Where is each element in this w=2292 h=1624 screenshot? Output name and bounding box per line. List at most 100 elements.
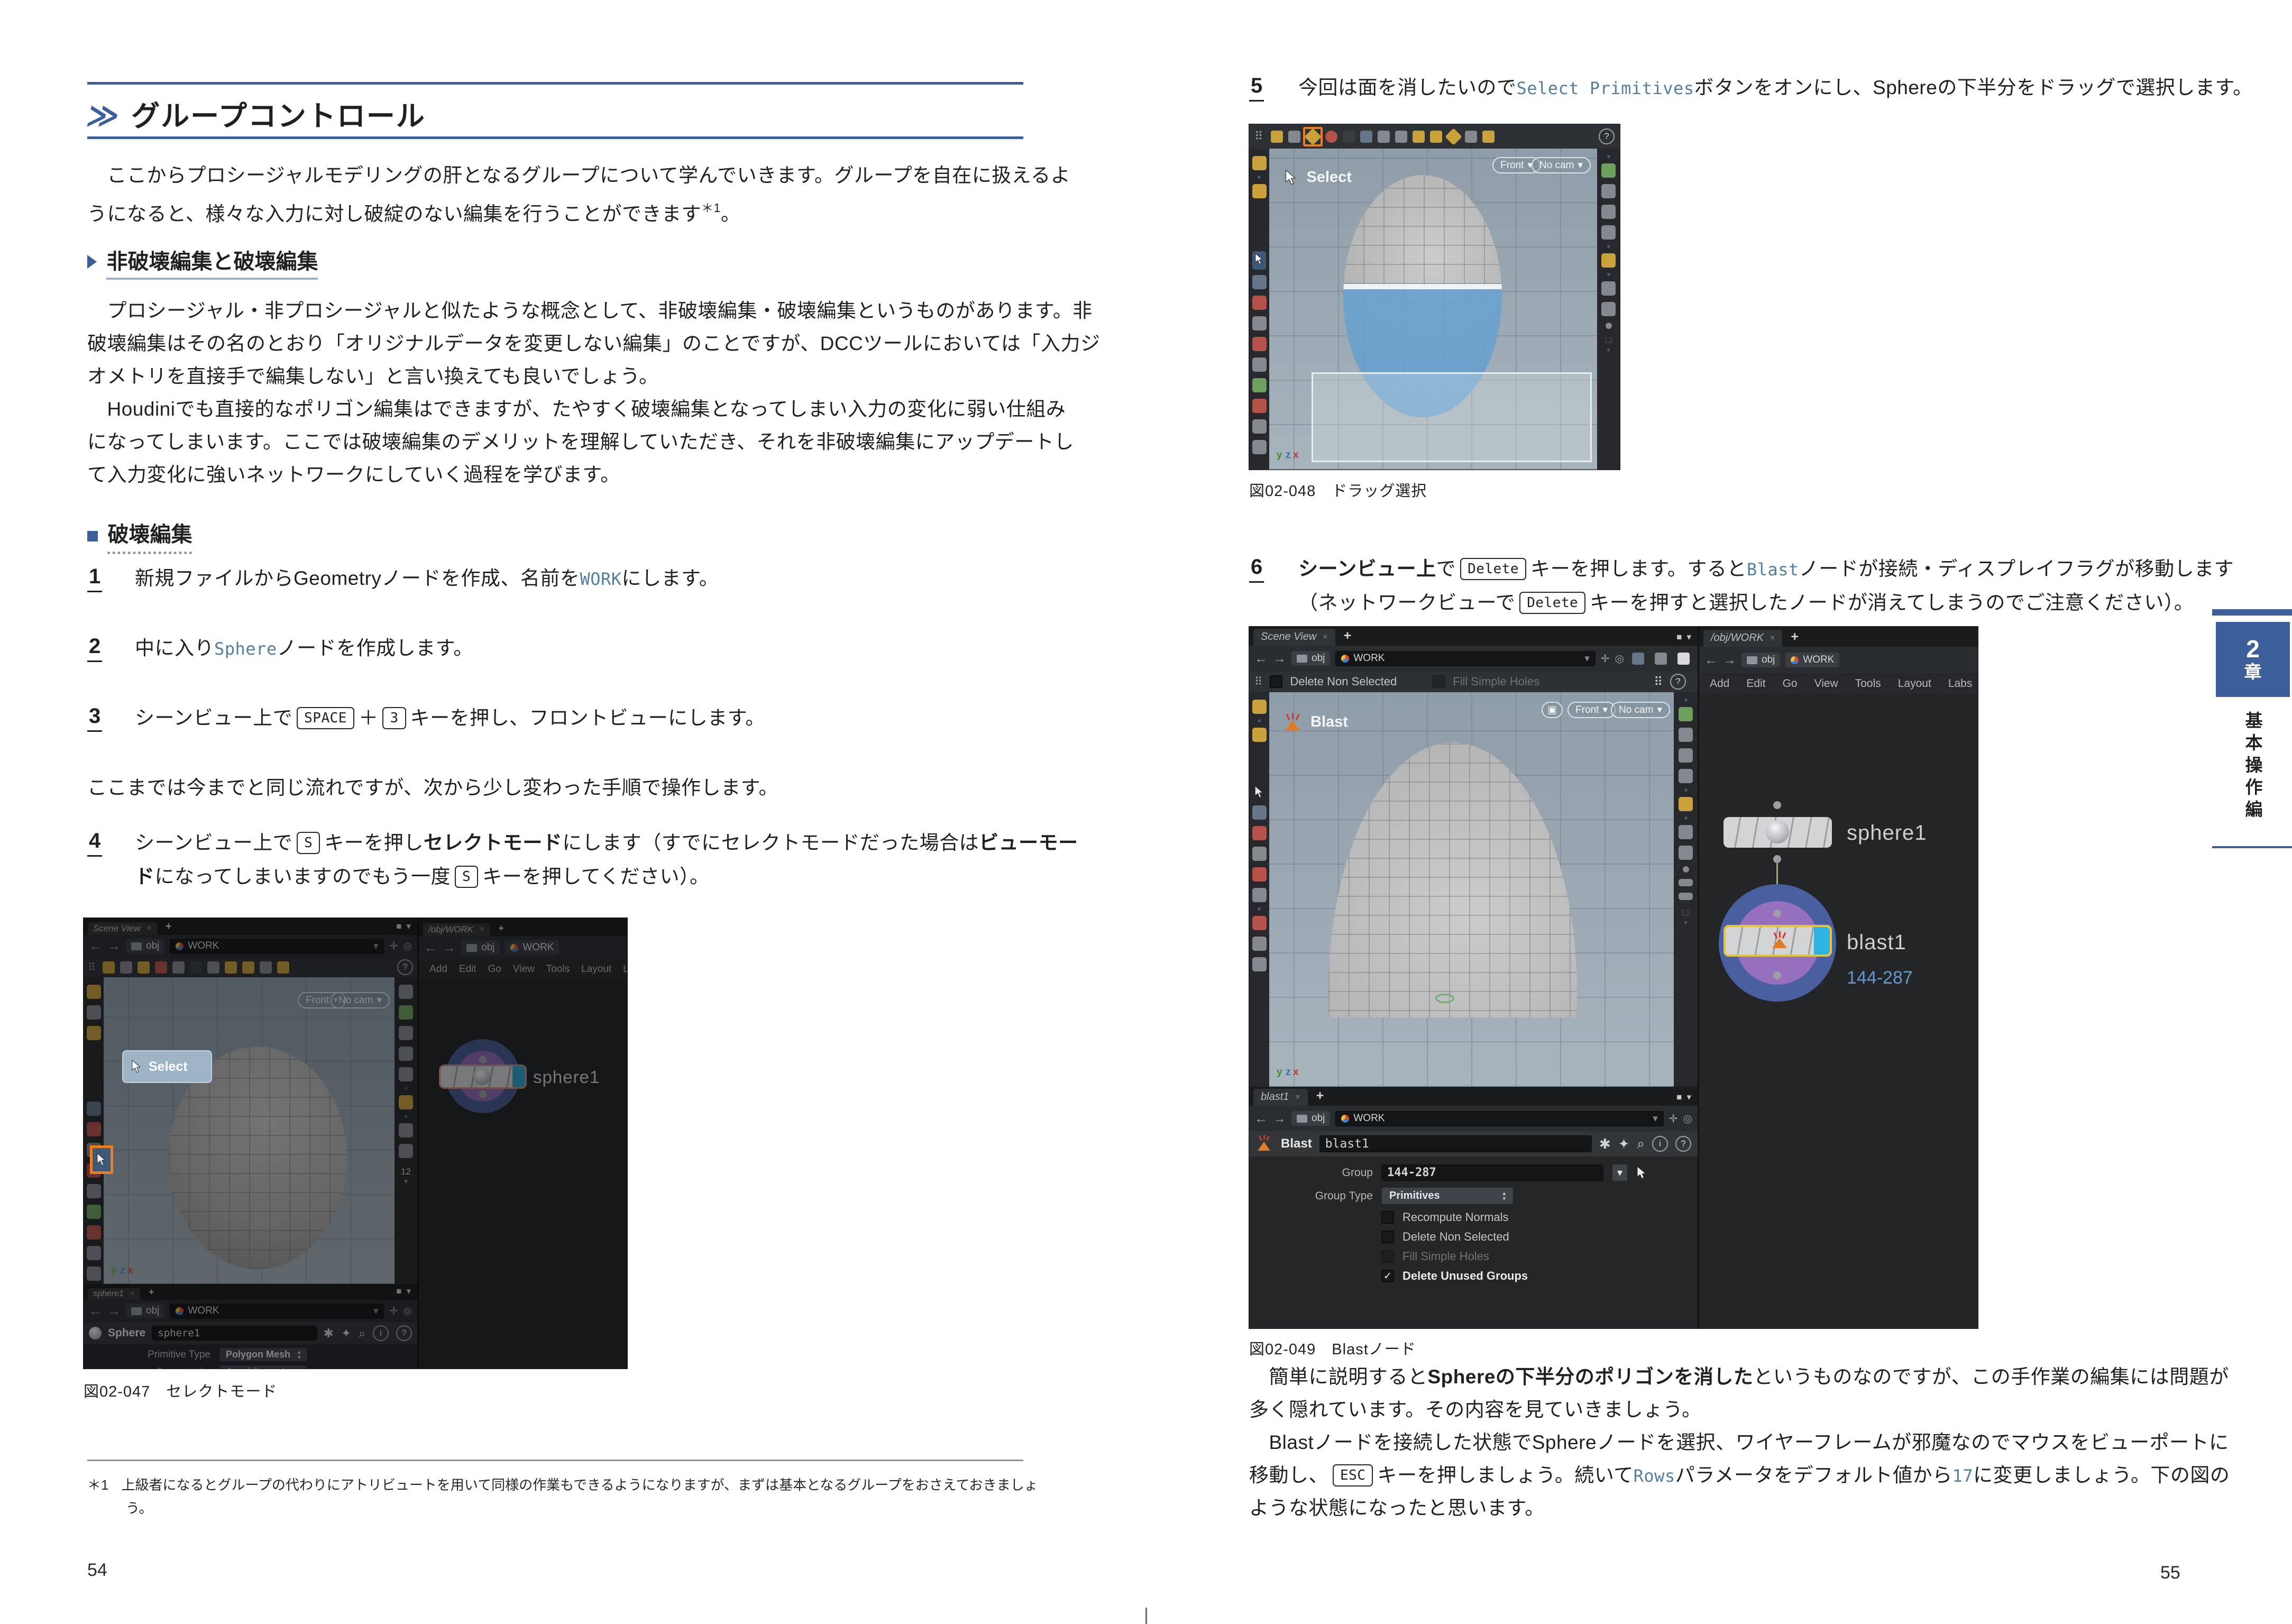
triangle-bullet-icon — [87, 255, 97, 269]
forward-icon: → — [1273, 651, 1286, 666]
camera-pill: No cam▾ — [1611, 702, 1670, 718]
menu-view: View — [1814, 677, 1838, 690]
para2-line2: になってしまいます。ここでは破壊編集のデメリットを理解していただき、それを非破壊… — [87, 425, 1074, 458]
step-1: 1 — [87, 565, 102, 589]
snap-icon — [1445, 128, 1462, 145]
lock-icon: ▣ — [1547, 704, 1557, 716]
figure-02-047-caption: 図02-047 セレクトモード — [84, 1379, 277, 1401]
cursor-icon — [1254, 253, 1264, 265]
keycap-esc: ESC — [1333, 1464, 1373, 1487]
follow-icon: ◎ — [1615, 652, 1624, 665]
display-icon — [1252, 156, 1267, 170]
mask-toggle-on — [1607, 273, 1610, 276]
sidebar-top-bar — [2212, 609, 2292, 616]
network-nav-bar: ←→ obj WORK — [1699, 647, 1978, 673]
back-icon: ← — [1254, 651, 1268, 666]
headlight-icon — [1601, 253, 1616, 268]
group-value-field: 144-287 — [1381, 1164, 1603, 1181]
fill-simple-holes-checkbox — [1381, 1250, 1394, 1263]
jack-icon — [1252, 296, 1267, 310]
footnote-marker: ＊1 — [87, 1477, 108, 1493]
node-label-sphere1: sphere1 — [1847, 821, 1927, 845]
sidebar-bottom-rule — [2212, 846, 2292, 848]
glasses-icon — [1679, 825, 1693, 839]
step-5: 5 — [1249, 74, 1264, 98]
para1-line1: プロシージャル・非プロシージャルと似たような概念として、非破壊編集・破壊編集とい… — [87, 294, 1093, 327]
node-name-field: blast1 — [1319, 1135, 1592, 1152]
title-rule-bottom — [87, 136, 1023, 139]
paint-icon — [1430, 131, 1442, 143]
orbit-icon — [1252, 316, 1267, 331]
footnote-ref: ＊1 — [701, 201, 721, 215]
section-heading-destructive: 破壊編集 — [87, 517, 192, 548]
chapter-number: 2 — [2246, 636, 2260, 662]
tab-obj-work: /obj/WORK× — [1703, 630, 1782, 647]
para1-line3: オメトリを直接手で編集しない」と言い換えても良いでしょう。 — [87, 360, 658, 393]
figure-02-048-caption: 図02-048 ドラッグ選択 — [1249, 479, 1427, 501]
menu-layout: Layout — [1898, 677, 1931, 690]
chapter-section-title: 基本操作編 — [2240, 711, 2265, 822]
title-chevron-icon: ≫ — [84, 97, 123, 133]
box-select-icon — [1360, 131, 1372, 143]
target-icon — [1343, 131, 1355, 143]
strip-more-icon: ▾ — [1607, 346, 1610, 354]
step-4-line2: ドになってしまいますのでもう一度Sキーを押してください）。 — [135, 860, 709, 893]
axis-gnomon: y z x — [1277, 449, 1299, 461]
drag-selection-rect — [1312, 372, 1592, 462]
display-flag — [1814, 927, 1830, 955]
pane-menu-icon: ▾ — [1686, 632, 1691, 643]
page-number-right: 55 — [2160, 1563, 2180, 1583]
param-rows: Group 144-287 ▾ Group Type Primitives▴▾ … — [1249, 1164, 1698, 1328]
param-tab-bar: blast1× + ■▾ — [1249, 1087, 1698, 1106]
lock-icon — [1252, 805, 1267, 820]
cursor-icon — [1284, 169, 1298, 186]
select-tooltip: Select — [122, 1050, 212, 1083]
node-output-dot — [1773, 855, 1781, 863]
snapshot-icon — [1679, 846, 1693, 860]
mid-paragraph: ここまでは今までと同じ流れですが、次から少し変わった手順で操作します。 — [87, 771, 778, 804]
pane-tab-bar: Scene View× + ■▾ — [1249, 627, 1698, 646]
viewport-node-label: Blast — [1310, 713, 1348, 731]
display-icon — [1252, 700, 1267, 714]
page-fold-tick — [1145, 1608, 1147, 1624]
lock-icon — [1252, 275, 1267, 289]
menu-labs: Labs — [1948, 677, 1973, 690]
strip-more-icon: ▾ — [1684, 919, 1688, 927]
cursor-icon — [131, 1059, 142, 1074]
dot-icon — [1683, 866, 1689, 873]
light-toggle-on — [1684, 788, 1688, 792]
lock-pill: ▣ — [1542, 702, 1563, 718]
scene-viewport: 12 ▾ Select Front▾ No cam▾ y z x — [1249, 149, 1620, 470]
step-3-text: シーンビュー上でSPACE＋3キーを押し、フロントビューにします。 — [135, 701, 765, 735]
network-pane: /obj/WORK× + ←→ obj WORK AddEdit GoView … — [1699, 627, 1978, 1328]
wireframe-icon — [1679, 707, 1693, 721]
delete-non-selected-label: Delete Non Selected — [1402, 1230, 1509, 1244]
step-number: 5 — [1249, 74, 1264, 102]
notes-icon — [1252, 419, 1267, 434]
right-tool-strip: 12 ▾ — [1674, 692, 1698, 1087]
keycap-s: S — [455, 866, 478, 888]
key-icon — [1413, 131, 1425, 143]
group-param-label: Group — [1262, 1167, 1373, 1179]
step-1-text: 新規ファイルからGeometryノードを作成、名前をWORKにします。 — [135, 562, 719, 596]
menu-add: Add — [1710, 677, 1729, 690]
keycap-3: 3 — [382, 707, 406, 729]
menu-tools: Tools — [1855, 677, 1881, 690]
menu-go: Go — [1783, 677, 1798, 690]
delete-unused-groups-checkbox: ✓ — [1381, 1270, 1394, 1282]
param-header: Blast blast1 ✱ ✦ ⌕ i ? — [1249, 1131, 1698, 1157]
brush-select-icon — [1395, 131, 1407, 143]
footnote-line2: う。 — [126, 1497, 152, 1520]
sphere1-node — [1723, 817, 1832, 848]
cube-view-icon — [1632, 653, 1644, 665]
step-number: 2 — [87, 635, 102, 662]
footnote-rule — [87, 1460, 1023, 1461]
book-spread: ≫ グループコントロール ここからプロシージャルモデリングの肝となるグループにつ… — [0, 0, 2292, 1624]
blast-group-range-label: 144-287 — [1847, 968, 1913, 988]
step-4-line1: シーンビュー上でSキーを押しセレクトモードにします（すでにセレクトモードだった場… — [135, 826, 1078, 859]
sphere-node-icon — [1766, 820, 1789, 843]
skeleton-icon — [1252, 888, 1267, 902]
sort-icon: ⠿ — [1654, 675, 1663, 689]
check-icon: ✓ — [1383, 1270, 1392, 1282]
scene-nav-bar: ← → obj WORK▾ ✛ ◎ — [1249, 646, 1698, 671]
